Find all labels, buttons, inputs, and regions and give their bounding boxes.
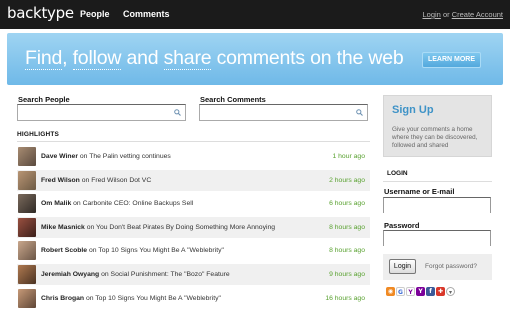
row-text: Om Malik on Carbonite CEO: Online Backup… <box>41 200 193 207</box>
row-text: Robert Scoble on Top 10 Signs You Might … <box>41 247 224 254</box>
forgot-password-link[interactable]: Forgot password? <box>425 263 477 270</box>
timestamp: 2 hours ago <box>329 177 365 184</box>
password-input[interactable] <box>384 234 490 249</box>
signup-panel[interactable]: Sign Up Give your comments a home where … <box>383 95 492 157</box>
on-text: on <box>81 177 90 184</box>
banner-and: and <box>121 47 164 69</box>
nav-people[interactable]: People <box>80 9 110 19</box>
row-text: Mike Masnick on You Don't Beat Pirates B… <box>41 224 275 231</box>
author-link[interactable]: Mike Masnick <box>41 224 85 231</box>
timestamp: 9 hours ago <box>329 271 365 278</box>
login-heading: LOGIN <box>387 170 408 177</box>
topic-link[interactable]: You Don't Beat Pirates By Doing Somethin… <box>96 224 275 231</box>
author-link[interactable]: Robert Scoble <box>41 247 87 254</box>
topic-link[interactable]: Fred Wilson Dot VC <box>91 177 151 184</box>
search-icon[interactable] <box>356 109 363 116</box>
divider <box>383 181 492 182</box>
highlight-row[interactable]: Mike Masnick on You Don't Beat Pirates B… <box>17 217 370 238</box>
more-icon[interactable]: ▾ <box>446 287 455 296</box>
avatar[interactable] <box>18 289 36 308</box>
backtype-logo[interactable]: backtype <box>7 4 74 22</box>
highlight-row[interactable]: Chris Brogan on Top 10 Signs You Might B… <box>17 288 370 309</box>
login-link[interactable]: Login <box>423 10 441 19</box>
topic-link[interactable]: Social Punishment: The "Bozo" Feature <box>111 271 230 278</box>
search-comments-label: Search Comments <box>200 95 266 104</box>
avatar[interactable] <box>18 171 36 190</box>
banner-comma: , <box>62 47 68 69</box>
banner-find-link[interactable]: Find <box>25 47 62 70</box>
avatar[interactable] <box>18 194 36 213</box>
banner-rest: comments on the web <box>211 47 404 69</box>
highlight-row[interactable]: Fred Wilson on Fred Wilson Dot VC 2 hour… <box>17 170 370 191</box>
search-people-field <box>17 104 186 123</box>
on-text: on <box>79 153 88 160</box>
signup-title[interactable]: Sign Up <box>392 104 434 116</box>
yahoo-icon[interactable]: Y <box>406 287 415 296</box>
search-people-input[interactable] <box>18 108 185 123</box>
share-icons: ◉ G Y Y f ✚ ▾ <box>386 287 455 298</box>
timestamp: 8 hours ago <box>329 224 365 231</box>
myyahoo-icon[interactable]: Y <box>416 287 425 296</box>
facebook-icon[interactable]: f <box>426 287 435 296</box>
highlight-row[interactable]: Robert Scoble on Top 10 Signs You Might … <box>17 240 370 261</box>
login-button[interactable]: Login <box>389 259 416 274</box>
login-actions: Login Forgot password? <box>383 254 492 280</box>
timestamp: 6 hours ago <box>329 200 365 207</box>
timestamp: 8 hours ago <box>329 247 365 254</box>
learn-more-button[interactable]: LEARN MORE <box>422 52 481 68</box>
hero-banner: Find, follow and share comments on the w… <box>7 33 503 85</box>
username-label: Username or E-mail <box>384 187 455 196</box>
highlight-row[interactable]: Dave Winer on The Palin vetting continue… <box>17 146 370 167</box>
on-text: on <box>85 295 94 302</box>
nav-comments[interactable]: Comments <box>123 9 170 19</box>
password-label: Password <box>384 221 420 230</box>
row-text: Dave Winer on The Palin vetting continue… <box>41 153 171 160</box>
rss-icon[interactable]: ◉ <box>386 287 395 296</box>
password-field <box>383 230 491 249</box>
row-text: Chris Brogan on Top 10 Signs You Might B… <box>41 295 221 302</box>
divider <box>17 141 370 142</box>
or-text: or <box>442 10 450 19</box>
banner-follow-link[interactable]: follow <box>72 47 121 70</box>
avatar[interactable] <box>18 218 36 237</box>
banner-title: Find, follow and share comments on the w… <box>25 47 404 70</box>
author-link[interactable]: Jeremiah Owyang <box>41 271 99 278</box>
on-text: on <box>101 271 109 278</box>
topic-link[interactable]: The Palin vetting continues <box>89 153 171 160</box>
row-text: Jeremiah Owyang on Social Punishment: Th… <box>41 271 230 278</box>
on-text: on <box>86 224 95 231</box>
account-links: Login or Create Account <box>423 10 504 19</box>
signup-description: Give your comments a home where they can… <box>392 126 478 149</box>
live-icon[interactable]: ✚ <box>436 287 445 296</box>
avatar[interactable] <box>18 147 36 166</box>
avatar[interactable] <box>18 265 36 284</box>
create-account-link[interactable]: Create Account <box>452 10 503 19</box>
highlights-heading: HIGHLIGHTS <box>17 131 60 138</box>
timestamp: 1 hour ago <box>332 153 365 160</box>
author-link[interactable]: Fred Wilson <box>41 177 80 184</box>
banner-share-link[interactable]: share <box>163 47 212 70</box>
topic-link[interactable]: Top 10 Signs You Might Be A "Weblebrity" <box>98 247 224 254</box>
author-link[interactable]: Chris Brogan <box>41 295 84 302</box>
username-field <box>383 197 491 216</box>
search-people-label: Search People <box>18 95 70 104</box>
search-comments-field <box>199 104 368 123</box>
on-text: on <box>73 200 81 207</box>
search-comments-input[interactable] <box>200 108 367 123</box>
topic-link[interactable]: Carbonite CEO: Online Backups Sell <box>83 200 194 207</box>
on-text: on <box>88 247 97 254</box>
username-input[interactable] <box>384 201 490 216</box>
avatar[interactable] <box>18 241 36 260</box>
search-icon[interactable] <box>174 109 181 116</box>
highlight-row[interactable]: Jeremiah Owyang on Social Punishment: Th… <box>17 264 370 285</box>
author-link[interactable]: Dave Winer <box>41 153 78 160</box>
author-link[interactable]: Om Malik <box>41 200 71 207</box>
timestamp: 16 hours ago <box>325 295 365 302</box>
top-nav-bar: backtype People Comments Login or Create… <box>0 0 510 29</box>
topic-link[interactable]: Top 10 Signs You Might Be A "Weblebrity" <box>95 295 221 302</box>
highlight-row[interactable]: Om Malik on Carbonite CEO: Online Backup… <box>17 193 370 214</box>
google-icon[interactable]: G <box>396 287 405 296</box>
row-text: Fred Wilson on Fred Wilson Dot VC <box>41 177 151 184</box>
